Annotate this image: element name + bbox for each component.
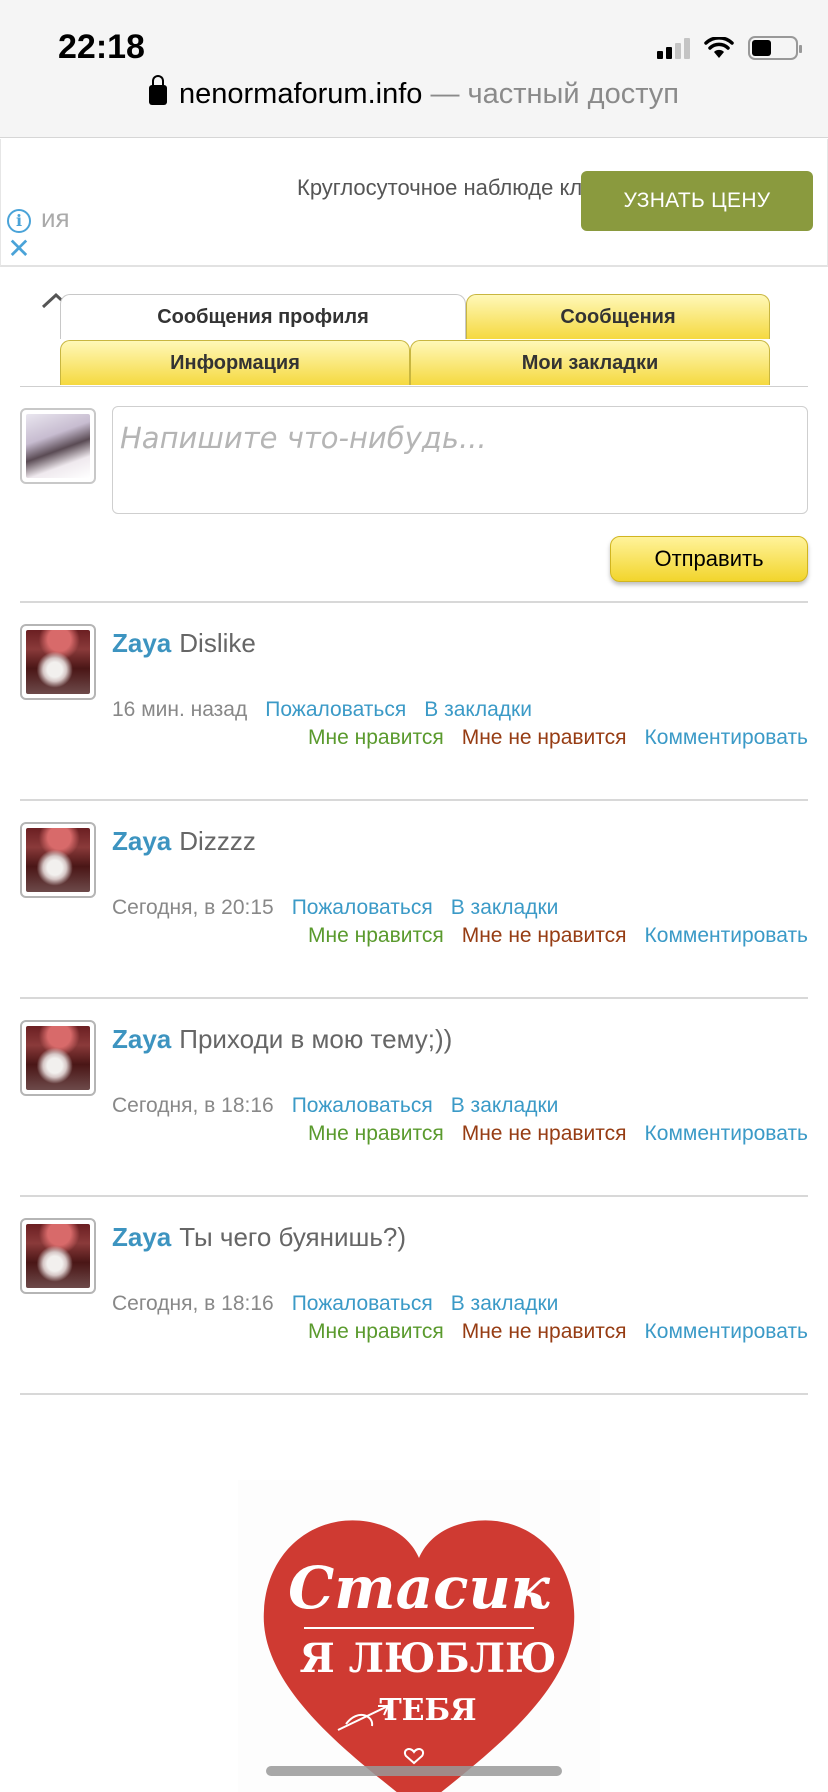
ad-text-fragment: ия [41,203,70,233]
bookmark-link[interactable]: В закладки [424,698,532,721]
list-item: Zaya Приходи в мою тему;)) Сегодня, в 18:… [0,998,828,1196]
like-link[interactable]: Мне нравится [308,1320,444,1343]
post-author[interactable]: Zaya [112,1024,171,1054]
post-time: Сегодня, в 20:15 [112,896,274,919]
post-text: Zaya Dizzzz [112,826,256,857]
bookmark-link[interactable]: В закладки [451,1094,559,1117]
avatar [20,408,96,484]
address-private-label: — частный доступ [430,78,680,110]
lock-icon [148,75,167,105]
post-body: Ты чего буянишь?) [179,1222,407,1252]
wifi-icon [704,37,734,58]
dislike-link[interactable]: Мне не нравится [462,1320,627,1343]
dislike-link[interactable]: Мне не нравится [462,1122,627,1145]
post-body: Приходи в мою тему;)) [179,1024,453,1054]
browser-header: 22:18 nenormaforum.info — частный доступ [0,0,828,138]
list-item: Zaya Ты чего буянишь?) Сегодня, в 18:16 По… [0,1196,828,1394]
post-text: Zaya Dislike [112,628,256,659]
divider [20,1393,808,1395]
report-link[interactable]: Пожаловаться [292,1094,433,1117]
post-meta: 16 мин. назад Пожаловаться В закладки [112,698,550,722]
post-body: Dislike [179,628,256,658]
report-link[interactable]: Пожаловаться [292,896,433,919]
ad-banner[interactable]: Круглосуточное наблюде клинике. Без груп… [0,139,828,267]
battery-icon [748,36,802,60]
avatar[interactable] [20,1218,96,1294]
send-button[interactable]: Отправить [610,536,808,582]
report-link[interactable]: Пожаловаться [265,698,406,721]
bookmark-link[interactable]: В закладки [451,1292,559,1315]
tab-messages[interactable]: Сообщения [466,294,770,339]
post-meta: Сегодня, в 20:15 Пожаловаться В закладки [112,896,576,920]
comment-link[interactable]: Комментировать [645,1320,808,1343]
list-item: Zaya Dislike 16 мин. назад Пожаловаться В з… [0,602,828,800]
post-author[interactable]: Zaya [112,1222,171,1252]
home-indicator[interactable] [266,1766,562,1776]
banner-line3: ТЕБЯ [379,1693,476,1728]
post-time: Сегодня, в 18:16 [112,1292,274,1315]
ad-cta-button[interactable]: УЗНАТЬ ЦЕНУ [581,171,813,231]
post-meta: Сегодня, в 18:16 Пожаловаться В закладки [112,1292,576,1316]
bookmark-link[interactable]: В закладки [451,896,559,919]
message-input[interactable] [112,406,808,514]
heart-banner: Стасик Я ЛЮБЛЮ ТЕБЯ [238,1480,600,1792]
post-text: Zaya Приходи в мою тему;)) [112,1024,452,1055]
address-domain: nenormaforum.info [178,78,423,110]
address-bar[interactable]: nenormaforum.info — частный доступ [0,75,828,111]
post-actions: Мне нравится Мне не нравится Комментироват… [290,1320,808,1344]
report-link[interactable]: Пожаловаться [292,1292,433,1315]
list-item: Zaya Dizzzz Сегодня, в 20:15 Пожаловаться В… [0,800,828,998]
banner-line2: Я ЛЮБЛЮ [299,1635,556,1682]
post-body: Dizzzz [179,826,256,856]
post-actions: Мне нравится Мне не нравится Комментироват… [290,924,808,948]
post-author[interactable]: Zaya [112,628,171,658]
tabs-divider [20,386,808,387]
post-time: 16 мин. назад [112,698,248,721]
tab-profile-messages[interactable]: Сообщения профиля [60,294,466,339]
comment-link[interactable]: Комментировать [645,726,808,749]
tab-info[interactable]: Информация [60,340,410,385]
avatar[interactable] [20,624,96,700]
comment-link[interactable]: Комментировать [645,924,808,947]
post-time: Сегодня, в 18:16 [112,1094,274,1117]
status-icons [657,36,802,60]
like-link[interactable]: Мне нравится [308,726,444,749]
post-actions: Мне нравится Мне не нравится Комментироват… [290,1122,808,1146]
cellular-signal-icon [657,37,690,59]
banner-line1: Стасик [288,1554,551,1622]
tab-bookmarks[interactable]: Мои закладки [410,340,770,385]
post-text: Zaya Ты чего буянишь?) [112,1222,406,1253]
heart-image: Стасик Я ЛЮБЛЮ ТЕБЯ [263,1520,575,1792]
avatar[interactable] [20,822,96,898]
post-author[interactable]: Zaya [112,826,171,856]
dislike-link[interactable]: Мне не нравится [462,726,627,749]
post-meta: Сегодня, в 18:16 Пожаловаться В закладки [112,1094,576,1118]
like-link[interactable]: Мне нравится [308,1122,444,1145]
ad-text: Круглосуточное наблюде клинике. Без груп… [297,175,587,200]
comment-link[interactable]: Комментировать [645,1122,808,1145]
status-time: 22:18 [58,28,145,66]
avatar[interactable] [20,1020,96,1096]
info-icon[interactable]: i [7,209,31,233]
like-link[interactable]: Мне нравится [308,924,444,947]
close-icon[interactable]: ✕ [7,235,31,263]
post-actions: Мне нравится Мне не нравится Комментироват… [290,726,808,750]
dislike-link[interactable]: Мне не нравится [462,924,627,947]
